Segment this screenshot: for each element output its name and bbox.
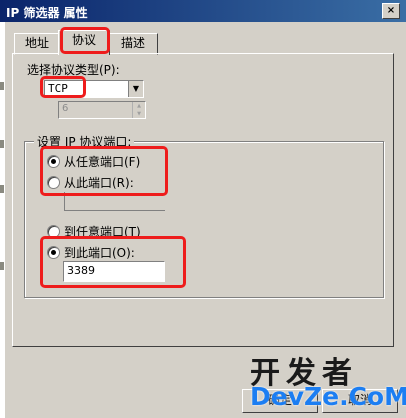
edge-fragment xyxy=(0,185,4,193)
from-this-port-radio[interactable] xyxy=(47,176,60,189)
chevron-down-icon[interactable]: ▼ xyxy=(133,110,145,118)
tab-description[interactable]: 描述 xyxy=(108,33,158,55)
tab-address[interactable]: 地址 xyxy=(14,33,60,55)
edge-fragment xyxy=(0,82,4,90)
protocol-number-stepper[interactable]: 6 ▲ ▼ xyxy=(58,101,146,119)
protocol-type-select[interactable]: TCP ▼ xyxy=(44,80,144,98)
to-any-port-label[interactable]: 到任意端口(T) xyxy=(64,223,141,240)
to-port-field[interactable] xyxy=(63,261,165,282)
close-icon: × xyxy=(386,5,396,16)
from-any-port-label[interactable]: 从任意端口(F) xyxy=(64,153,140,170)
port-settings-title: 设置 IP 协议端口: xyxy=(34,133,135,150)
close-button[interactable]: × xyxy=(382,3,400,19)
to-this-port-radio[interactable] xyxy=(47,246,60,259)
edge-fragment xyxy=(0,262,4,270)
from-port-input-disabled xyxy=(64,192,165,211)
to-port-input[interactable] xyxy=(64,262,159,279)
protocol-type-label: 选择协议类型(P): xyxy=(27,63,120,77)
tab-label: 协议 xyxy=(71,33,96,47)
window-title: IP 筛选器 属性 xyxy=(6,6,88,20)
to-any-port-radio[interactable] xyxy=(47,225,60,238)
from-this-port-label[interactable]: 从此端口(R): xyxy=(64,174,134,191)
background-window-edge xyxy=(0,22,5,418)
to-this-port-label[interactable]: 到此端口(O): xyxy=(64,244,135,261)
protocol-number-value: 6 xyxy=(62,103,69,114)
edge-fragment xyxy=(0,140,4,148)
chevron-up-icon[interactable]: ▲ xyxy=(133,102,145,110)
stepper-buttons: ▲ ▼ xyxy=(132,102,145,118)
tab-protocol[interactable]: 协议 xyxy=(58,30,110,55)
radio-selected-dot xyxy=(51,159,56,164)
protocol-type-value: TCP xyxy=(48,82,68,95)
watermark-site: DevZe.CoM xyxy=(250,382,406,411)
chevron-down-icon[interactable]: ▼ xyxy=(128,81,143,97)
tab-label: 地址 xyxy=(24,36,49,50)
radio-selected-dot xyxy=(51,250,56,255)
from-any-port-radio[interactable] xyxy=(47,155,60,168)
title-bar[interactable]: IP 筛选器 属性 × xyxy=(0,0,406,22)
tab-label: 描述 xyxy=(120,36,145,50)
